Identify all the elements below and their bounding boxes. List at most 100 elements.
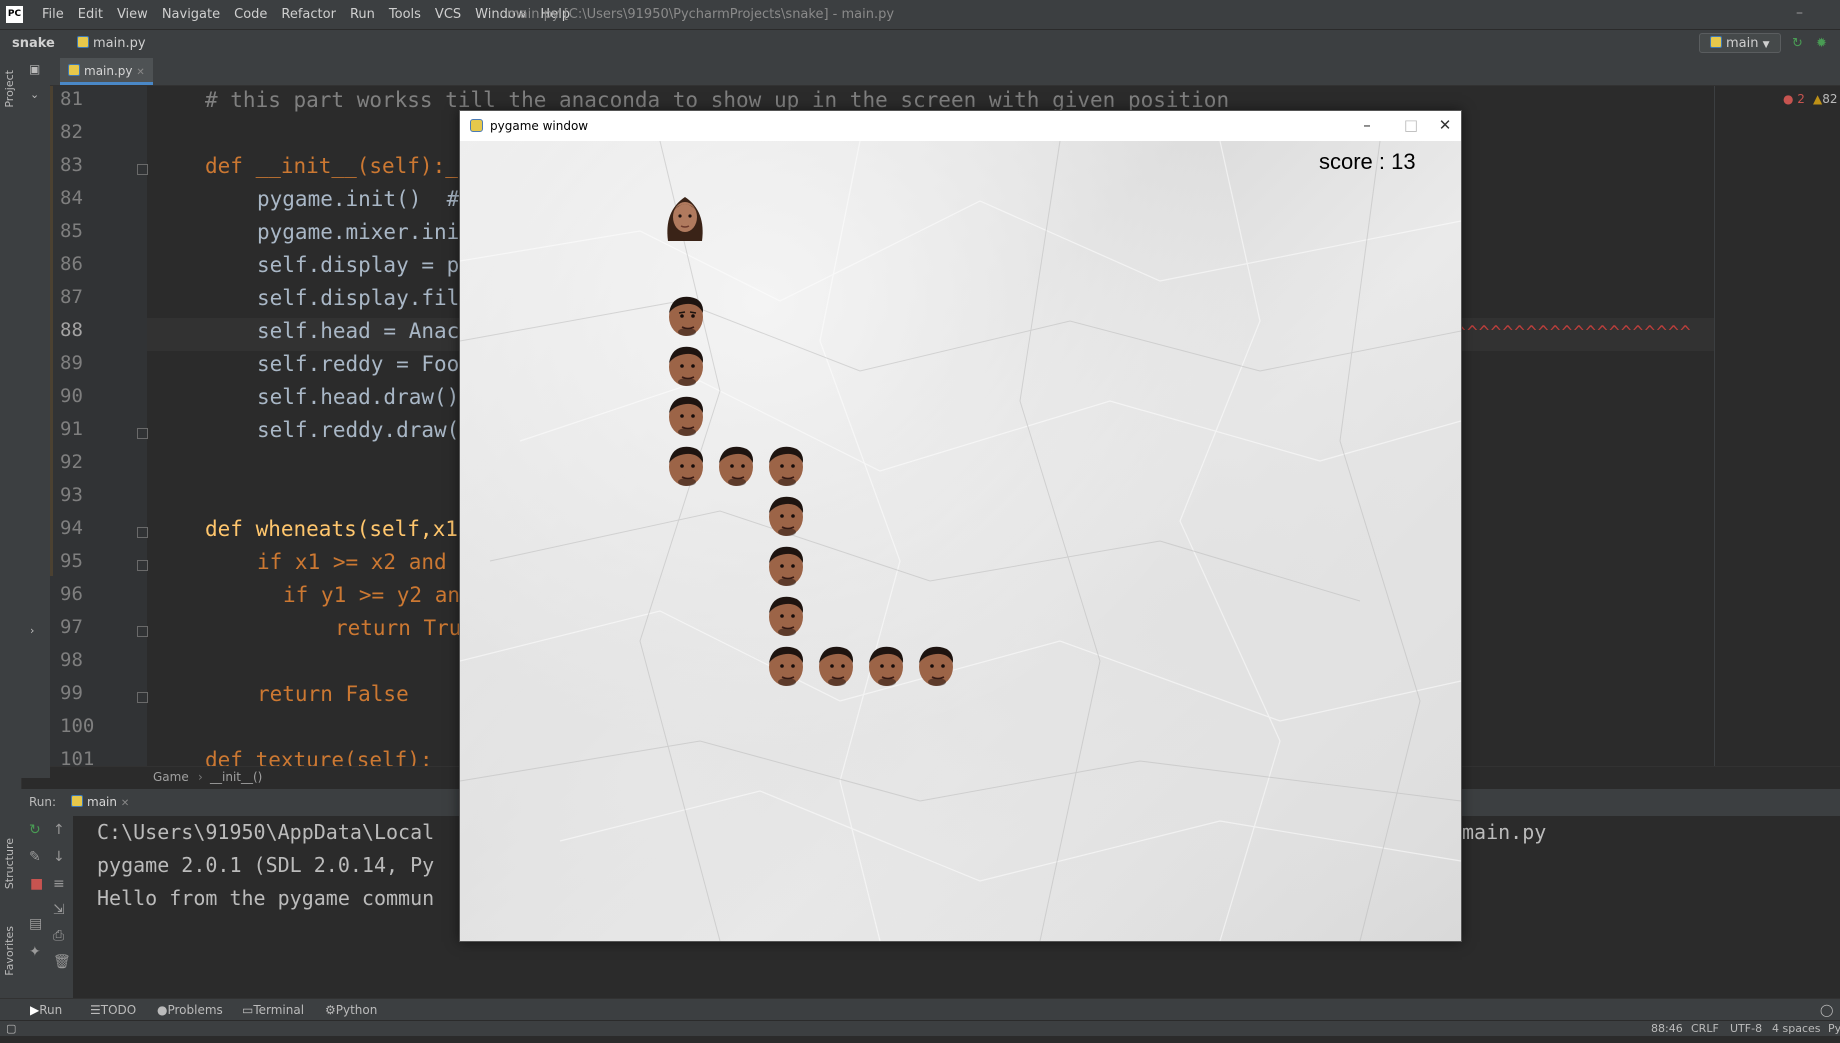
- crumb-class[interactable]: Game: [153, 770, 189, 784]
- score-display: score : 13: [1319, 149, 1416, 174]
- run-toolbar: ↻ ↑ ✎ ↓ ■ ≡ ⇲ ▤ ⎙ ✦ 🗑: [21, 816, 74, 998]
- line-number: 96: [60, 583, 83, 605]
- fold-marker[interactable]: [137, 428, 148, 439]
- favorites-tool-tab[interactable]: Favorites: [3, 926, 16, 976]
- bottom-tool-bar: ▶ Run ☰ TODO ● Problems ▭ Terminal ⚙ Pyt…: [0, 998, 1840, 1039]
- snake-segment: [769, 596, 804, 636]
- line-number: 94: [60, 517, 83, 539]
- tool-run[interactable]: ▶ Run: [30, 999, 62, 1021]
- pygame-window: pygame window – □ ✕ score : 13: [459, 110, 1462, 942]
- code-line: if x1 >= x2 and: [257, 550, 447, 574]
- warning-count[interactable]: ▲82: [1813, 92, 1838, 106]
- stop-icon[interactable]: ■: [30, 876, 43, 892]
- wrench-icon[interactable]: ✎: [29, 849, 41, 865]
- pygame-titlebar[interactable]: pygame window – □ ✕: [460, 111, 1461, 141]
- error-count[interactable]: ● 2: [1783, 92, 1805, 106]
- fold-marker[interactable]: [137, 692, 148, 703]
- arrow-up-icon[interactable]: ↑: [53, 822, 65, 838]
- panel-icon[interactable]: ▣: [29, 62, 40, 76]
- print-icon[interactable]: ⎙: [53, 928, 64, 944]
- menu-edit[interactable]: Edit: [71, 0, 110, 29]
- food-face: [667, 197, 703, 241]
- crumb-method[interactable]: __init__(): [210, 770, 262, 784]
- line-number: 101: [60, 748, 95, 766]
- snake-segment: [669, 446, 704, 486]
- structure-tool-tab[interactable]: Structure: [3, 838, 16, 889]
- code-line: self.display = p: [257, 253, 460, 277]
- event-log-icon[interactable]: ◯: [1820, 999, 1833, 1021]
- tool-python-console[interactable]: ⚙ Python Console: [325, 999, 383, 1039]
- code-line: def wheneats(self,x1: [205, 517, 458, 541]
- warning-count-value: 82: [1822, 92, 1838, 106]
- close-button[interactable]: ✕: [1425, 111, 1465, 139]
- line-number: 99: [60, 682, 83, 704]
- line-number: 98: [60, 649, 83, 671]
- line-number: 100: [60, 715, 95, 737]
- tool-problems-label: Problems: [167, 1003, 223, 1017]
- close-icon[interactable]: ✕: [121, 798, 129, 809]
- chevron-right-icon[interactable]: ›: [30, 624, 34, 637]
- game-canvas[interactable]: score : 13: [460, 141, 1461, 941]
- minimize-button[interactable]: –: [1796, 0, 1803, 27]
- pin-icon[interactable]: ✦: [29, 944, 41, 960]
- code-line: pygame.init() #: [257, 187, 460, 211]
- menu-vcs[interactable]: VCS: [428, 0, 468, 29]
- soft-wrap-icon[interactable]: ≡: [53, 876, 65, 892]
- trash-icon[interactable]: 🗑: [53, 954, 71, 970]
- code-line: # this part workss till the anaconda to …: [205, 88, 1230, 112]
- console-line: C:\Users\91950\AppData\Local: [97, 820, 435, 844]
- close-icon[interactable]: ✕: [136, 67, 144, 78]
- menu-file[interactable]: File: [35, 0, 71, 29]
- menu-navigate[interactable]: Navigate: [155, 0, 227, 29]
- rerun-icon[interactable]: ↻: [29, 822, 41, 838]
- line-number: 91: [60, 418, 83, 440]
- nav-file[interactable]: main.py: [77, 30, 146, 58]
- navigation-bar: snake main.py main ▼ ↻ ✹: [0, 29, 1840, 59]
- rerun-icon[interactable]: ↻: [1792, 36, 1803, 51]
- paper-texture: [460, 141, 1461, 941]
- file-encoding[interactable]: UTF-8: [1730, 1021, 1762, 1036]
- interpreter[interactable]: Py: [1828, 1021, 1840, 1036]
- menu-bar: PC File Edit View Navigate Code Refactor…: [0, 0, 1840, 29]
- caret-position[interactable]: 88:46: [1651, 1021, 1683, 1036]
- code-line: pygame.mixer.ini: [257, 220, 460, 244]
- fold-marker[interactable]: [137, 560, 148, 571]
- line-number: 95: [60, 550, 83, 572]
- tool-terminal[interactable]: ▭ Terminal: [242, 999, 304, 1021]
- tool-todo-label: TODO: [100, 1003, 137, 1017]
- run-config-select[interactable]: main ▼: [1699, 33, 1781, 53]
- arrow-down-icon[interactable]: ↓: [53, 849, 65, 865]
- menu-refactor[interactable]: Refactor: [274, 0, 343, 29]
- run-tab-main[interactable]: main ✕: [71, 795, 129, 809]
- pygame-window-title: pygame window: [490, 119, 589, 133]
- menu-run[interactable]: Run: [343, 0, 382, 29]
- menu-tools[interactable]: Tools: [382, 0, 428, 29]
- line-separator[interactable]: CRLF: [1691, 1021, 1719, 1036]
- code-line: return Tru: [335, 616, 462, 640]
- line-number: 85: [60, 220, 83, 242]
- tab-main-py[interactable]: main.py ✕: [60, 58, 153, 85]
- run-label: Run:: [29, 795, 57, 809]
- scroll-to-end-icon[interactable]: ⇲: [53, 902, 65, 918]
- indent-setting[interactable]: 4 spaces: [1772, 1021, 1821, 1036]
- snake-head: [669, 296, 704, 336]
- chevron-down-icon[interactable]: ⌄: [30, 88, 39, 101]
- fold-marker[interactable]: [137, 626, 148, 637]
- line-number: 83: [60, 154, 83, 176]
- toggle-panel-icon[interactable]: ▢: [6, 1021, 16, 1036]
- minimize-button[interactable]: –: [1347, 111, 1387, 139]
- menu-view[interactable]: View: [110, 0, 155, 29]
- fold-marker[interactable]: [137, 527, 148, 538]
- python-file-icon: [77, 36, 89, 48]
- fold-marker[interactable]: [137, 164, 148, 175]
- tool-problems[interactable]: ● Problems: [157, 999, 223, 1021]
- nav-project[interactable]: snake: [12, 30, 55, 58]
- menu-code[interactable]: Code: [227, 0, 274, 29]
- line-number: 89: [60, 352, 83, 374]
- debug-icon[interactable]: ✹: [1816, 36, 1827, 51]
- project-tool-tab[interactable]: Project: [3, 70, 16, 108]
- tool-todo[interactable]: ☰ TODO: [90, 999, 136, 1021]
- layout-icon[interactable]: ▤: [29, 916, 42, 932]
- snake-segment: [769, 446, 804, 486]
- line-number: 88: [60, 319, 83, 341]
